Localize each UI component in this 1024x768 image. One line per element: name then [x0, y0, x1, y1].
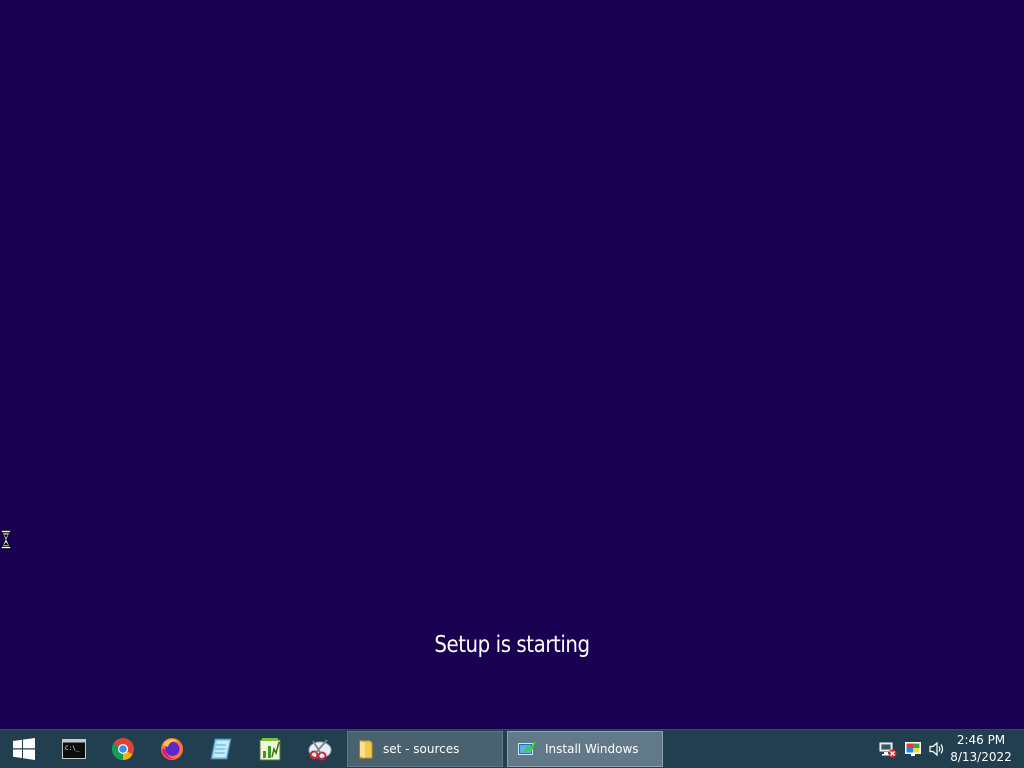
windows-logo-icon	[13, 738, 35, 760]
firefox-icon	[161, 738, 183, 760]
setup-status-text: Setup is starting	[434, 632, 590, 658]
volume-icon[interactable]	[928, 740, 946, 758]
clock-date: 8/13/2022	[950, 750, 1012, 764]
taskbar-item-label: Install Windows	[545, 742, 639, 756]
clock-time: 2:46 PM	[956, 733, 1006, 747]
snipping-tool-icon	[308, 739, 332, 761]
pinned-firefox[interactable]	[148, 730, 196, 768]
network-disconnected-icon[interactable]	[879, 740, 897, 758]
install-windows-icon	[518, 741, 536, 755]
system-clock[interactable]: 2:46 PM 8/13/2022	[946, 732, 1016, 766]
taskbar: C:\_ set - sources Install Windows 2:46 …	[0, 729, 1024, 768]
taskbar-item-label: set - sources	[383, 742, 460, 756]
display-color-icon[interactable]	[904, 740, 922, 758]
notepad-icon	[210, 738, 232, 760]
task-manager-icon	[259, 738, 281, 761]
pinned-task-manager[interactable]	[246, 730, 294, 768]
folder-icon	[359, 740, 373, 759]
taskbar-item-install-windows[interactable]: Install Windows	[507, 731, 663, 767]
hourglass-cursor-icon	[1, 530, 11, 549]
chrome-icon	[112, 738, 134, 760]
pinned-notepad[interactable]	[197, 730, 245, 768]
pinned-command-prompt[interactable]: C:\_	[50, 730, 98, 768]
svg-text:C:\_: C:\_	[65, 745, 80, 752]
command-prompt-icon: C:\_	[62, 739, 86, 759]
taskbar-item-set-sources[interactable]: set - sources	[347, 731, 503, 767]
setup-background: Setup is starting	[0, 0, 1024, 729]
start-button[interactable]	[0, 730, 48, 768]
pinned-snipping-tool[interactable]	[296, 730, 344, 768]
pinned-chrome[interactable]	[99, 730, 147, 768]
